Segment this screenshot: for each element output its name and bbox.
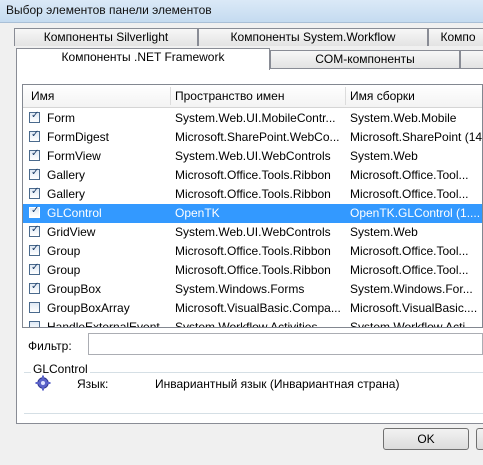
cell-name: FormView [47,149,101,163]
table-row[interactable]: FormView System.Web.UI.WebControls System.… [23,147,482,166]
cell-namespace: System.Web.UI.WebControls [175,225,331,239]
cell-name: Form [47,111,75,125]
column-header-assembly[interactable]: Имя сборки [350,89,415,103]
cell-assembly: System.Workflow.Acti... [350,320,476,328]
table-row[interactable]: Gallery Microsoft.Office.Tools.Ribbon Micr… [23,185,482,204]
row-checkbox[interactable] [29,167,40,180]
row-checkbox[interactable] [29,129,40,142]
cancel-button-partial[interactable] [476,428,483,450]
cell-namespace: Microsoft.SharePoint.WebCo... [175,130,340,144]
cell-namespace: System.Workflow.Activities [175,320,318,328]
cell-name: FormDigest [47,130,110,144]
filter-label: Фильтр: [28,339,72,353]
list-header: Имя Пространство имен Имя сборки [23,85,482,108]
cell-name: GLControl [47,206,102,220]
tab-extra[interactable] [460,50,483,68]
column-separator[interactable] [170,87,171,105]
ok-button[interactable]: OK [383,428,469,450]
tab-com-components[interactable]: COM-компоненты [270,50,460,68]
cell-namespace: Microsoft.Office.Tools.Ribbon [175,187,331,201]
row-checkbox[interactable] [29,262,40,275]
cell-name: Group [47,263,81,277]
title-bar: Выбор элементов панели элементов [0,0,483,23]
cell-name: HandleExternalEvent [47,320,160,328]
cell-name: GroupBox [47,282,102,296]
table-row[interactable]: GLControl OpenTK OpenTK.GLControl (1.... [23,204,482,223]
row-checkbox[interactable] [29,243,40,256]
row-checkbox[interactable] [29,321,40,327]
tab-system-workflow[interactable]: Компоненты System.Workflow [198,28,428,46]
cell-assembly: System.Windows.For... [350,282,473,296]
cell-assembly: Microsoft.Office.Tool... [350,263,469,277]
row-checkbox[interactable] [29,302,40,313]
row-checkbox[interactable] [29,110,40,123]
row-checkbox[interactable] [29,205,40,218]
row-checkbox[interactable] [29,148,40,161]
table-row[interactable]: GridView System.Web.UI.WebControls System.… [23,223,482,242]
cell-assembly: System.Web [350,225,418,239]
cell-assembly: System.Web.Mobile [350,111,457,125]
tab-row-back: Компоненты Silverlight Компоненты System… [0,28,483,48]
table-row[interactable]: FormDigest Microsoft.SharePoint.WebCo... M… [23,128,482,147]
language-label: Язык: [77,377,109,391]
column-separator[interactable] [345,87,346,105]
table-row[interactable]: Gallery Microsoft.Office.Tools.Ribbon Micr… [23,166,482,185]
filter-input[interactable] [88,333,483,355]
language-value: Инвариантный язык (Инвариантная страна) [155,377,400,391]
table-row[interactable]: Form System.Web.UI.MobileContr... System.W… [23,109,482,128]
cell-assembly: Microsoft.Office.Tool... [350,244,469,258]
cell-assembly: OpenTK.GLControl (1.... [350,206,481,220]
table-row[interactable]: GroupBoxArray Microsoft.VisualBasic.Compa… [23,299,482,318]
table-row[interactable]: Group Microsoft.Office.Tools.Ribbon Micros… [23,261,482,280]
cell-name: GroupBoxArray [47,301,130,315]
cell-assembly: Microsoft.Office.Tool... [350,187,469,201]
row-checkbox[interactable] [29,281,40,294]
gear-icon [35,375,51,391]
cell-assembly: Microsoft.VisualBasic.... [350,301,478,315]
cell-namespace: System.Web.UI.WebControls [175,149,331,163]
cell-namespace: Microsoft.Office.Tools.Ribbon [175,263,331,277]
cell-assembly: Microsoft.Office.Tool... [350,168,469,182]
tab-net-framework[interactable]: Компоненты .NET Framework [16,48,270,70]
components-list[interactable]: Имя Пространство имен Имя сборки Form Sys… [22,84,483,328]
column-header-name[interactable]: Имя [31,89,54,103]
tab-silverlight[interactable]: Компоненты Silverlight [14,28,198,46]
tab-partial[interactable]: Компо [428,28,483,46]
cell-assembly: System.Web [350,149,418,163]
row-checkbox[interactable] [29,186,40,199]
info-groupbox-title: GLControl [31,362,90,376]
cell-namespace: System.Windows.Forms [175,282,305,296]
cell-namespace: Microsoft.Office.Tools.Ribbon [175,168,331,182]
cell-namespace: System.Web.UI.MobileContr... [175,111,336,125]
table-row[interactable]: Group Microsoft.Office.Tools.Ribbon Micros… [23,242,482,261]
cell-name: GridView [47,225,96,239]
cell-name: Group [47,244,81,258]
window-title: Выбор элементов панели элементов [6,3,212,17]
table-row[interactable]: HandleExternalEvent System.Workflow.Activ… [23,318,482,328]
cell-assembly: Microsoft.SharePoint (14... [350,130,483,144]
cell-name: Gallery [47,187,86,201]
cell-namespace: OpenTK [175,206,220,220]
table-row[interactable]: GroupBox System.Windows.Forms System.Windo… [23,280,482,299]
column-header-namespace[interactable]: Пространство имен [175,89,284,103]
row-checkbox[interactable] [29,224,40,237]
cell-namespace: Microsoft.VisualBasic.Compa... [175,301,341,315]
cell-name: Gallery [47,168,86,182]
tab-row-front: Компоненты .NET Framework COM-компоненты [0,48,483,70]
cell-namespace: Microsoft.Office.Tools.Ribbon [175,244,331,258]
